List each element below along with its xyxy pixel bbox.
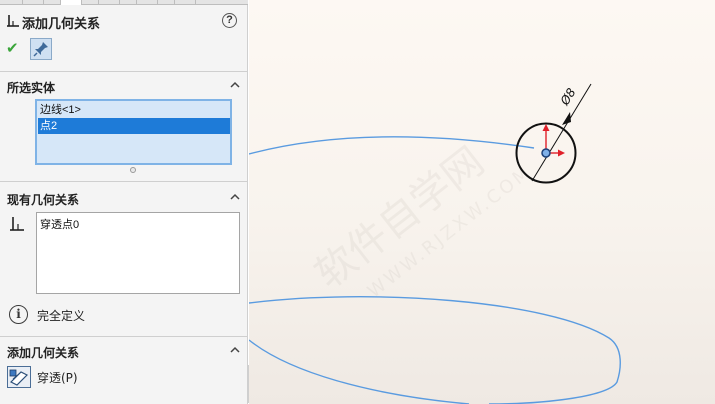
pierce-icon — [9, 369, 29, 386]
pushpin-icon — [33, 42, 48, 57]
chevron-up-icon[interactable] — [230, 80, 240, 90]
chevron-up-icon[interactable] — [230, 345, 240, 355]
section-title-existing-relations: 现有几何关系 — [7, 193, 80, 207]
add-relations-header[interactable]: 添加几何关系 — [0, 340, 248, 362]
keep-visible-pin-button[interactable] — [30, 38, 52, 60]
dimension-arrow — [562, 112, 571, 125]
section-divider — [0, 71, 248, 72]
selected-entities-list[interactable]: 边线<1> 点2 — [35, 99, 232, 165]
graphics-area[interactable]: 软件自学网 WWW.RJZXW.COM Ø8 — [249, 0, 715, 404]
add-relation-icon — [7, 15, 19, 27]
list-item[interactable]: 点2 — [38, 118, 230, 134]
sketch-status-text: 完全定义 — [37, 309, 86, 323]
section-divider — [0, 336, 248, 337]
tab-property-manager[interactable] — [60, 0, 82, 5]
chevron-up-icon[interactable] — [230, 192, 240, 202]
property-manager-panel: 添加几何关系 ? ✔ 所选实体 边线<1> 点2 现有几何关系 穿透点0 i 完… — [0, 0, 248, 404]
help-icon[interactable]: ? — [222, 13, 237, 28]
watermark: 软件自学网 WWW.RJZXW.COM — [307, 138, 536, 302]
ok-checkmark-icon[interactable]: ✔ — [6, 40, 22, 56]
path-ellipse-curve[interactable] — [249, 296, 621, 404]
selected-entities-header[interactable]: 所选实体 — [0, 75, 248, 97]
list-resize-handle[interactable] — [130, 167, 136, 173]
pierce-relation-button[interactable] — [7, 366, 31, 388]
tab-display-manager[interactable] — [174, 0, 196, 5]
panel-title: 添加几何关系 — [22, 17, 101, 32]
axis-y-arrow — [542, 124, 550, 131]
section-title-add-relations: 添加几何关系 — [7, 346, 80, 360]
diameter-dimension-label[interactable]: Ø8 — [557, 85, 579, 108]
section-divider — [0, 181, 248, 182]
existing-relations-header[interactable]: 现有几何关系 — [0, 187, 248, 209]
info-icon: i — [9, 305, 28, 324]
section-title-selected-entities: 所选实体 — [7, 81, 56, 95]
existing-relations-list[interactable]: 穿透点0 — [36, 212, 240, 294]
tab-configuration-manager[interactable] — [98, 0, 120, 5]
sketch-canvas[interactable]: 软件自学网 WWW.RJZXW.COM Ø8 — [249, 0, 715, 404]
panel-title-row: 添加几何关系 ? — [0, 8, 248, 34]
center-point[interactable] — [541, 148, 551, 158]
edge-curve[interactable] — [249, 136, 535, 155]
relation-icon — [10, 217, 24, 231]
list-item[interactable]: 边线<1> — [38, 102, 230, 118]
tab-dimxpert-manager[interactable] — [136, 0, 158, 5]
pierce-relation-label[interactable]: 穿透(P) — [37, 369, 78, 386]
axis-x-arrow — [558, 149, 565, 157]
panel-tabs — [0, 0, 248, 5]
list-item[interactable]: 穿透点0 — [40, 216, 79, 232]
tab-feature-manager[interactable] — [22, 0, 44, 5]
